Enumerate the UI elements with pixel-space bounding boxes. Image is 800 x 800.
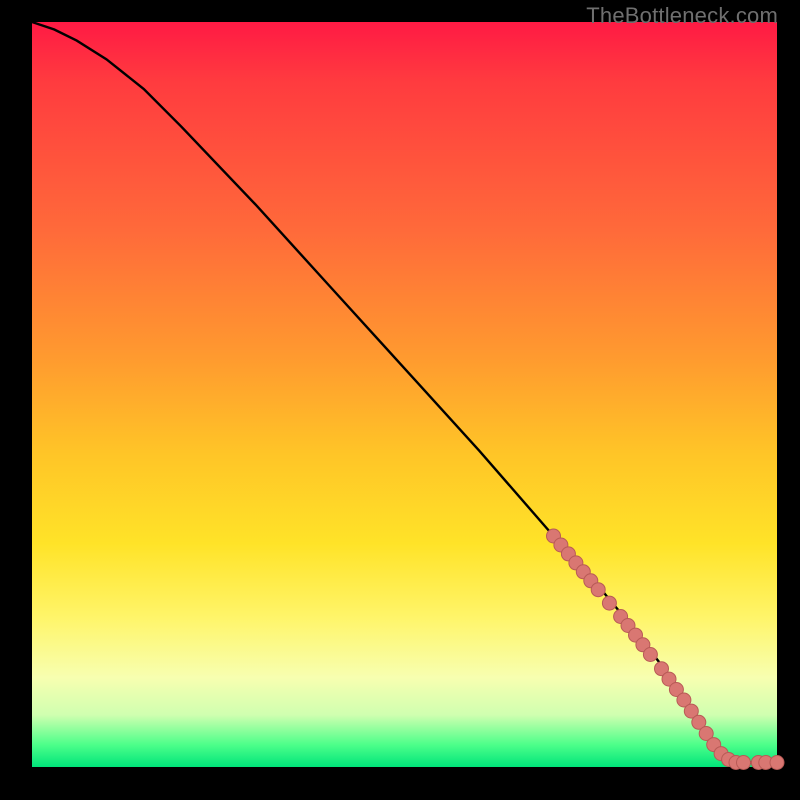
watermark-text: TheBottleneck.com — [586, 3, 778, 29]
data-point — [737, 756, 751, 770]
data-point — [643, 648, 657, 662]
chart-frame: TheBottleneck.com — [0, 0, 800, 800]
chart-overlay — [32, 22, 777, 767]
data-point — [591, 583, 605, 597]
data-point — [602, 596, 616, 610]
data-point — [770, 756, 784, 770]
data-points — [547, 529, 785, 770]
bottleneck-curve — [32, 22, 777, 763]
